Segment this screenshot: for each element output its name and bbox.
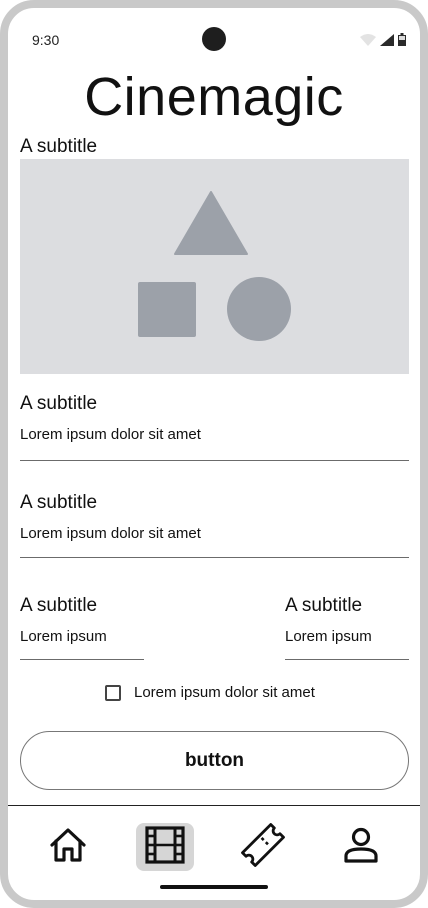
- wifi-icon: [360, 33, 376, 51]
- section-divider: [20, 460, 409, 461]
- battery-icon: [398, 33, 406, 51]
- status-icons: [360, 33, 406, 51]
- checkbox-label: Lorem ipsum dolor sit amet: [134, 684, 315, 701]
- field-subtitle: A subtitle: [20, 595, 98, 616]
- film-icon: [144, 825, 186, 869]
- button-label: button: [184, 749, 245, 771]
- primary-button[interactable]: button: [20, 731, 409, 790]
- app-title: Cinemagic: [84, 67, 344, 127]
- image-placeholder-icon: [138, 191, 291, 341]
- field-underline: [20, 659, 144, 660]
- field-text: Lorem ipsum: [285, 628, 372, 645]
- ticket-icon: [239, 822, 287, 873]
- nav-item-tickets[interactable]: [234, 822, 292, 873]
- section-text: Lorem ipsum dolor sit amet: [20, 525, 201, 542]
- section-text: Lorem ipsum dolor sit amet: [20, 426, 201, 443]
- section-divider: [20, 557, 409, 558]
- home-icon: [48, 826, 88, 869]
- status-time: 9:30: [32, 32, 60, 48]
- checkbox-row[interactable]: Lorem ipsum dolor sit amet: [105, 684, 315, 701]
- phone-frame: 9:30 Cinemagic A subtitle A subtitle Lor…: [0, 0, 428, 908]
- signal-icon: [380, 33, 394, 51]
- bottom-nav-divider: [8, 805, 420, 806]
- hero-subtitle: A subtitle: [20, 136, 98, 157]
- section-subtitle: A subtitle: [20, 492, 98, 513]
- nav-item-home[interactable]: [39, 823, 97, 871]
- field-underline: [285, 659, 409, 660]
- status-bar: 9:30: [8, 8, 420, 60]
- person-icon: [342, 826, 380, 869]
- home-indicator[interactable]: [160, 885, 268, 889]
- nav-item-profile[interactable]: [332, 823, 390, 871]
- section-subtitle: A subtitle: [20, 393, 98, 414]
- checkbox[interactable]: [105, 684, 121, 701]
- nav-item-films[interactable]: [136, 823, 194, 871]
- camera-cutout: [202, 27, 226, 51]
- image-placeholder: [20, 159, 409, 374]
- field-text: Lorem ipsum: [20, 628, 107, 645]
- field-subtitle: A subtitle: [285, 595, 363, 616]
